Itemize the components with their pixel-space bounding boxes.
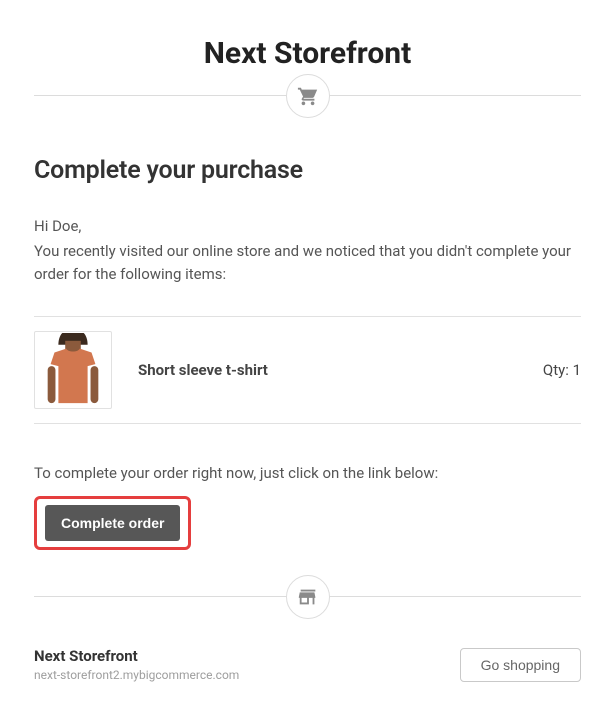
store-icon — [286, 575, 330, 619]
store-title: Next Storefront — [34, 36, 581, 71]
complete-order-highlight: Complete order — [34, 496, 191, 550]
instruction-text: To complete your order right now, just c… — [34, 464, 581, 482]
footer-store-info: Next Storefront next-storefront2.mybigco… — [34, 647, 239, 682]
cart-icon — [286, 74, 330, 118]
footer: Next Storefront next-storefront2.mybigco… — [34, 647, 581, 702]
lead-text: You recently visited our online store an… — [34, 240, 581, 287]
go-shopping-button[interactable]: Go shopping — [460, 648, 581, 682]
divider-bottom — [34, 596, 581, 597]
product-thumbnail — [34, 331, 112, 409]
page-heading: Complete your purchase — [34, 156, 581, 185]
complete-order-button[interactable]: Complete order — [45, 505, 180, 541]
greeting-text: Hi Doe, — [34, 215, 581, 238]
footer-store-domain: next-storefront2.mybigcommerce.com — [34, 668, 239, 682]
product-qty: Qty: 1 — [543, 361, 581, 379]
product-name: Short sleeve t-shirt — [138, 361, 543, 379]
divider-top — [34, 95, 581, 96]
footer-store-name: Next Storefront — [34, 647, 239, 665]
cart-item-row: Short sleeve t-shirt Qty: 1 — [34, 316, 581, 424]
